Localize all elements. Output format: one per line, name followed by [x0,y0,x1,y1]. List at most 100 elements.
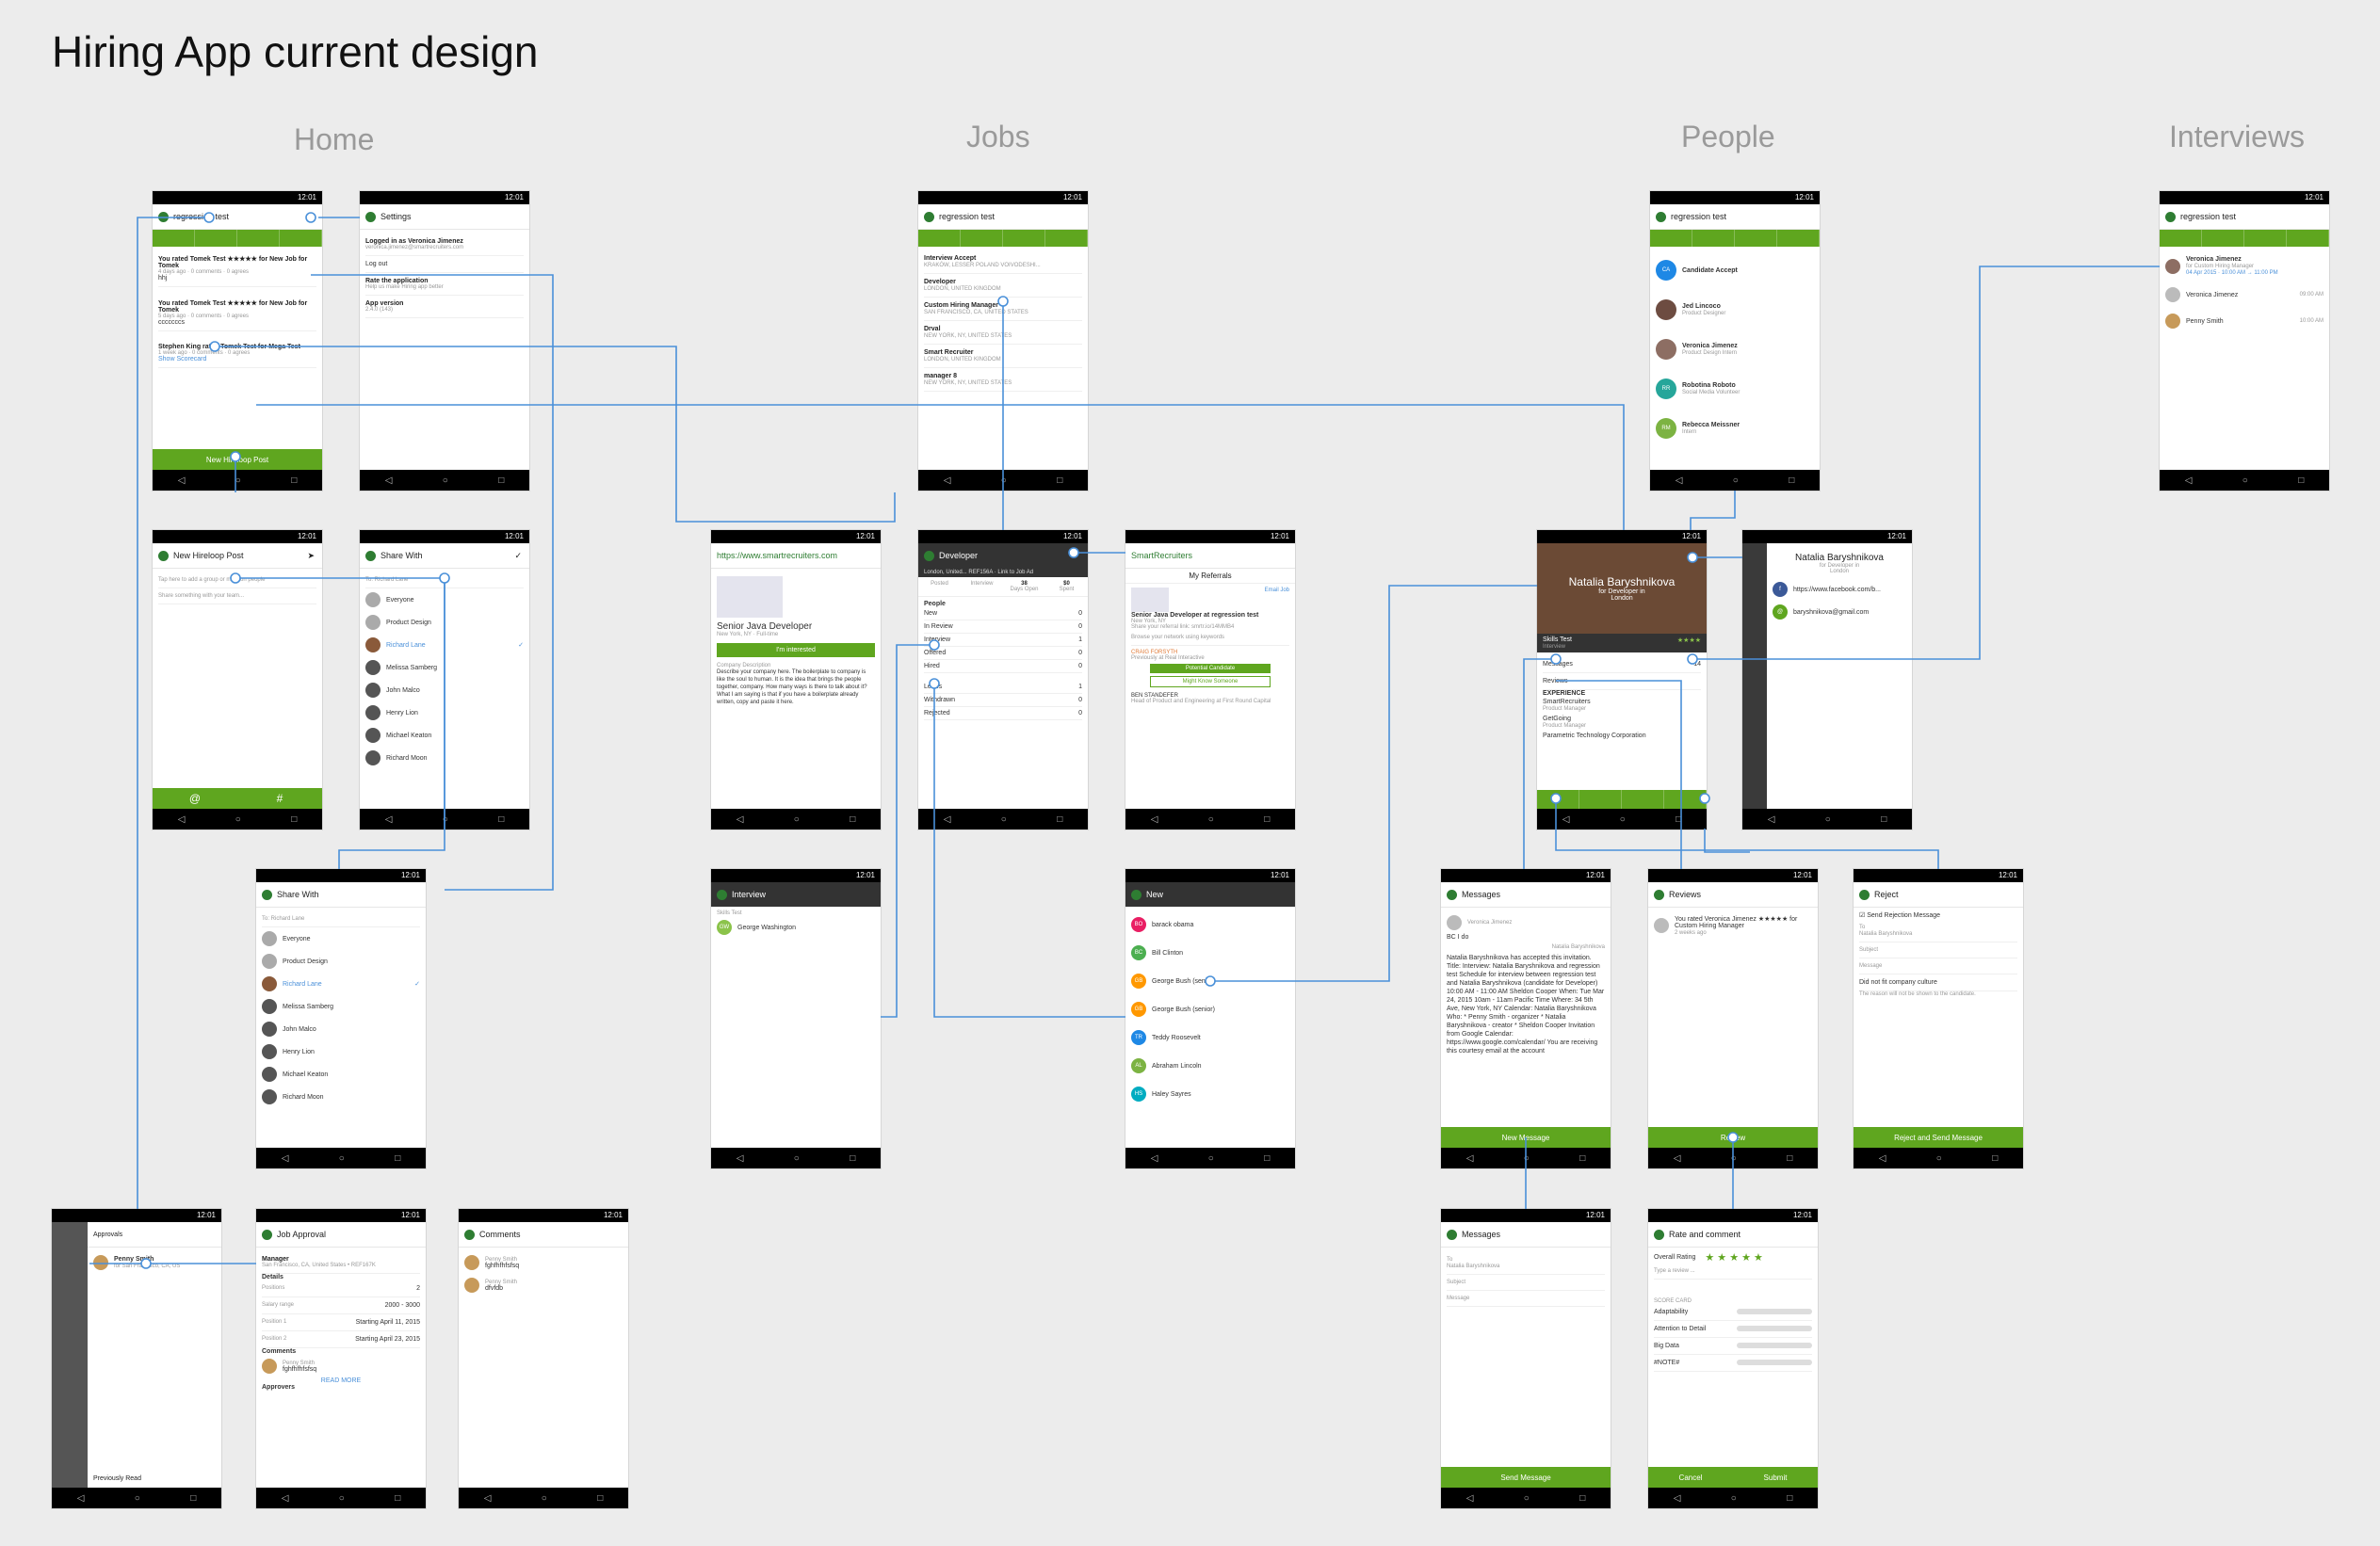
reject-send-button[interactable]: Reject and Send Message [1854,1127,2023,1148]
stage-row[interactable]: Hired 0 [924,660,1082,673]
person-item[interactable]: Jed Lincoco Product Designer [1656,290,1814,330]
interview-item[interactable]: Penny Smith 10:00 AM [2165,308,2323,334]
url-bar[interactable]: https://www.smartrecruiters.com [711,543,881,569]
list-item[interactable]: Everyone [262,927,420,950]
stage-banner[interactable]: Skills Test Interview ★★★★ [1537,634,1707,652]
subject-field[interactable]: Subject [1447,1275,1605,1291]
feed-item[interactable]: You rated Tomek Test ★★★★★ for New Job f… [158,295,316,331]
previously-read[interactable]: Previously Read [93,1475,141,1482]
tab-bar[interactable] [2160,230,2329,247]
read-more-link[interactable]: READ MORE [262,1377,420,1384]
candidate-item[interactable]: BO barack obama [1131,910,1289,939]
feed-item[interactable]: Stephen King rated Tomek Test for Mega T… [158,339,316,368]
reviews-row[interactable]: Reviews [1543,673,1701,690]
new-message-button[interactable]: New Message [1441,1127,1611,1148]
criterion-row[interactable]: Big Data [1654,1338,1812,1355]
candidate-item[interactable]: BC Bill Clinton [1131,939,1289,967]
tab-bar[interactable] [1650,230,1820,247]
person-item[interactable]: RM Rebecca Meissner Intern [1656,409,1814,448]
message-field[interactable]: Message [1859,958,2017,974]
criterion-row[interactable]: Adaptability [1654,1304,1812,1321]
cancel-button[interactable]: Cancel [1679,1474,1703,1482]
facebook-link[interactable]: f https://www.facebook.com/b... [1773,578,1906,601]
subject-field[interactable]: Subject [1859,942,2017,958]
person-item[interactable]: Veronica Jimenez Product Design Intern [1656,330,1814,369]
list-item[interactable]: Melissa Samberg [365,656,524,679]
interview-item[interactable]: Veronica Jimenez 09:00 AM [2165,282,2323,308]
email-link[interactable]: @ baryshnikova@gmail.com [1773,601,1906,623]
email-job-button[interactable]: Email Job [1265,588,1289,612]
interested-button[interactable]: I'm interested [717,643,875,657]
list-item[interactable]: Richard Moon [262,1086,420,1108]
list-item[interactable]: Everyone [365,588,524,611]
list-item[interactable]: Henry Lion [365,701,524,724]
overall-rating-stars[interactable]: ★ ★ ★ ★ ★ [1705,1251,1763,1264]
send-icon[interactable]: ➤ [307,551,315,561]
submit-button[interactable]: Submit [1764,1474,1788,1482]
list-item[interactable]: John Malco [262,1018,420,1040]
to-field[interactable]: Natalia Baryshnikova [1447,1264,1499,1269]
job-item[interactable]: Custom Hiring Manager SAN FRANCISCO, CA, … [924,298,1082,321]
to-field[interactable]: To: Richard Lane [262,911,420,927]
list-item[interactable]: Product Design [262,950,420,973]
home-icon[interactable]: ○ [235,475,241,486]
mention-input[interactable]: Tap here to add a group or mention peopl… [158,572,316,588]
tab-bar[interactable] [918,230,1088,247]
to-field[interactable]: To: Richard Lane [365,572,524,588]
to-field[interactable]: Natalia Baryshnikova [1859,931,1912,937]
job-item[interactable]: Developer LONDON, UNITED KINGDOM [924,274,1082,298]
recents-icon[interactable]: □ [291,475,297,486]
messages-row[interactable]: Messages 14 [1543,656,1701,673]
job-item[interactable]: Drval NEW YORK, NY, UNITED STATES [924,321,1082,345]
stage-row[interactable]: Leads 1 [924,681,1082,694]
list-item[interactable]: Richard Lane ✓ [262,973,420,995]
send-message-button[interactable]: Send Message [1441,1467,1611,1488]
candidate-item[interactable]: GW George Washington [717,916,875,939]
stage-row[interactable]: Rejected 0 [924,707,1082,720]
reason-select[interactable]: Did not fit company culture [1859,974,2017,991]
send-rejection-checkbox[interactable]: ☑ Send Rejection Message [1859,911,2017,919]
stage-row[interactable]: Interview 1 [924,634,1082,647]
person-item[interactable]: CA Candidate Accept [1656,250,1814,290]
network-search-input[interactable]: Browse your network using keywords [1131,630,1289,646]
job-subtitle[interactable]: London, United... REF156A · Link to Job … [918,568,1088,577]
might-know-button[interactable]: Might Know Someone [1150,676,1271,687]
new-post-button[interactable]: New Hireloop Post [153,449,322,470]
approval-item[interactable]: Penny Smith for San Francisco, CA, US [93,1251,216,1274]
review-input[interactable]: Type a review ... [1654,1264,1812,1280]
criterion-row[interactable]: Attention to Detail [1654,1321,1812,1338]
list-item[interactable]: Product Design [365,611,524,634]
candidate-item[interactable]: TR Teddy Roosevelt [1131,1023,1289,1052]
check-icon[interactable]: ✓ [514,551,522,561]
job-item[interactable]: Smart Recruiter LONDON, UNITED KINGDOM [924,345,1082,368]
review-button[interactable]: Review [1648,1127,1818,1148]
tab-bar[interactable] [153,230,322,247]
feed-item[interactable]: You rated Tomek Test ★★★★★ for New Job f… [158,250,316,287]
rate-app-item[interactable]: Rate the application Help us make Hiring … [365,273,524,296]
list-item[interactable]: Michael Keaton [365,724,524,747]
list-item[interactable]: Michael Keaton [262,1063,420,1086]
back-icon[interactable]: ◁ [178,475,186,486]
candidate-item[interactable]: AL Abraham Lincoln [1131,1052,1289,1080]
job-item[interactable]: Interview Accept KRAKÓW, LESSER POLAND VO… [924,250,1082,274]
candidate-item[interactable]: GB George Bush (senior) [1131,967,1289,995]
criterion-row[interactable]: #NOTE# [1654,1355,1812,1372]
stage-row[interactable]: New 0 [924,607,1082,620]
list-item[interactable]: Richard Lane ✓ [365,634,524,656]
list-item[interactable]: John Malco [365,679,524,701]
job-item[interactable]: manager 8 NEW YORK, NY, UNITED STATES [924,368,1082,392]
review-item[interactable]: You rated Veronica Jimenez ★★★★★ for Cus… [1654,911,1812,940]
message-field[interactable]: Message [1447,1291,1605,1307]
list-item[interactable]: Henry Lion [262,1040,420,1063]
logout-link[interactable]: Log out [365,256,524,273]
person-item[interactable]: RR Robotina Roboto Social Media Volunteer [1656,369,1814,409]
action-bar[interactable] [1537,790,1707,809]
stage-row[interactable]: Offered 0 [924,647,1082,660]
stage-row[interactable]: Withdrawn 0 [924,694,1082,707]
post-text-input[interactable]: Share something with your team... [158,588,316,604]
compose-toolbar[interactable]: @ # [153,788,322,809]
interview-item[interactable]: Veronica Jimenez for Custom Hiring Manage… [2165,250,2323,282]
candidate-item[interactable]: GB George Bush (senior) [1131,995,1289,1023]
list-item[interactable]: Melissa Samberg [262,995,420,1018]
list-item[interactable]: Richard Moon [365,747,524,769]
